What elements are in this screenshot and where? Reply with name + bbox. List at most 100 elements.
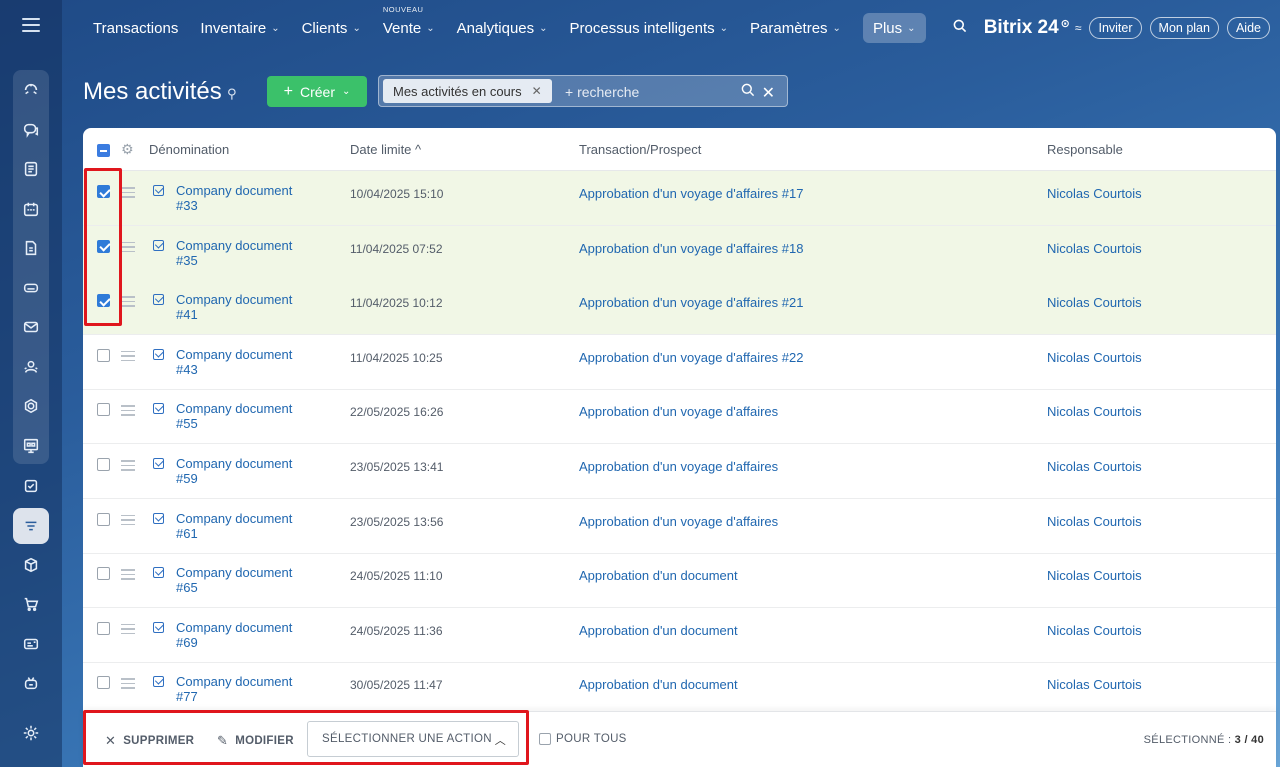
chat-icon[interactable] — [13, 112, 49, 148]
search-icon[interactable] — [952, 18, 968, 39]
crm-icon[interactable] — [13, 508, 49, 544]
deal-link[interactable]: Approbation d'un document — [579, 623, 738, 638]
drag-handle-icon[interactable] — [121, 623, 135, 638]
activity-name-link[interactable]: Company document #35 — [176, 238, 316, 268]
nav-parametres[interactable]: Paramètres ⌄ — [750, 13, 841, 43]
sites-icon[interactable] — [13, 388, 49, 424]
nav-processus[interactable]: Processus intelligents ⌄ — [570, 13, 728, 43]
row-checkbox[interactable] — [97, 458, 110, 471]
nav-transactions[interactable]: Transactions — [93, 13, 178, 43]
mail-icon[interactable] — [13, 309, 49, 345]
table-row[interactable]: Company document #65 24/05/2025 11:10 Appr… — [83, 553, 1276, 609]
column-deadline[interactable]: Date limite ^ — [350, 142, 421, 157]
responsible-link[interactable]: Nicolas Courtois — [1047, 459, 1142, 474]
help-button[interactable]: Aide — [1226, 17, 1270, 39]
contacts-icon[interactable] — [13, 349, 49, 385]
column-name[interactable]: Dénomination — [149, 142, 229, 157]
invite-button[interactable]: Inviter — [1089, 17, 1142, 39]
tasks-icon[interactable] — [13, 151, 49, 187]
pin-icon[interactable]: ⚲ — [227, 86, 237, 102]
filter-search-box[interactable]: Mes activités en cours ✕ + recherche ✕ — [378, 75, 788, 107]
menu-icon[interactable] — [22, 18, 40, 32]
table-row[interactable]: Company document #35 11/04/2025 07:52 Appr… — [83, 225, 1276, 281]
drag-handle-icon[interactable] — [121, 296, 135, 310]
row-checkbox[interactable] — [97, 676, 110, 690]
drag-handle-icon[interactable] — [121, 569, 135, 583]
bot-icon[interactable] — [13, 665, 49, 701]
nav-vente[interactable]: NOUVEAU Vente ⌄ — [383, 5, 435, 43]
clear-icon[interactable]: ✕ — [762, 83, 775, 103]
select-all-checkbox[interactable] — [97, 144, 110, 157]
deal-link[interactable]: Approbation d'un voyage d'affaires — [579, 459, 778, 474]
brand-logo[interactable]: Bitrix 24 ⊙ ≈ — [984, 17, 1082, 39]
drag-handle-icon[interactable] — [121, 405, 135, 419]
deal-link[interactable]: Approbation d'un voyage d'affaires #21 — [579, 295, 803, 310]
document-icon[interactable] — [13, 230, 49, 266]
drive-icon[interactable] — [13, 270, 49, 306]
nav-analytiques[interactable]: Analytiques ⌄ — [457, 13, 548, 43]
responsible-link[interactable]: Nicolas Courtois — [1047, 568, 1142, 583]
responsible-link[interactable]: Nicolas Courtois — [1047, 295, 1142, 310]
row-checkbox[interactable] — [97, 512, 110, 526]
table-row[interactable]: Company document #41 11/04/2025 10:12 Appr… — [83, 280, 1276, 336]
nav-inventaire[interactable]: Inventaire ⌄ — [200, 13, 279, 43]
nav-plus[interactable]: Plus ⌄ — [862, 13, 926, 43]
responsible-link[interactable]: Nicolas Courtois — [1047, 186, 1142, 201]
drag-handle-icon[interactable] — [121, 187, 135, 201]
activity-name-link[interactable]: Company document #59 — [176, 456, 316, 486]
activity-name-link[interactable]: Company document #69 — [176, 620, 316, 650]
table-row[interactable]: Company document #33 10/04/2025 15:10 Appr… — [83, 171, 1276, 226]
drag-handle-icon[interactable] — [121, 514, 135, 529]
plan-button[interactable]: Mon plan — [1149, 17, 1219, 39]
filter-tag[interactable]: Mes activités en cours ✕ — [383, 79, 552, 103]
deal-link[interactable]: Approbation d'un voyage d'affaires #17 — [579, 186, 803, 201]
calendar-icon[interactable] — [13, 191, 49, 227]
deal-link[interactable]: Approbation d'un voyage d'affaires #22 — [579, 350, 803, 365]
feed-icon[interactable] — [13, 72, 49, 108]
deal-link[interactable]: Approbation d'un voyage d'affaires — [579, 514, 778, 529]
row-checkbox[interactable] — [97, 348, 110, 362]
deal-link[interactable]: Approbation d'un document — [579, 568, 738, 583]
table-row[interactable]: Company document #59 23/05/2025 13:41 Appr… — [83, 444, 1276, 499]
responsible-link[interactable]: Nicolas Courtois — [1047, 623, 1142, 638]
shop-icon[interactable] — [13, 586, 49, 622]
responsible-link[interactable]: Nicolas Courtois — [1047, 404, 1142, 419]
table-row[interactable]: Company document #61 23/05/2025 13:56 Appr… — [83, 499, 1276, 554]
create-button[interactable]: + Créer ⌄ — [267, 76, 367, 107]
responsible-link[interactable]: Nicolas Courtois — [1047, 241, 1142, 256]
column-responsible[interactable]: Responsable — [1047, 142, 1123, 157]
drag-handle-icon[interactable] — [121, 241, 135, 256]
settings-icon[interactable] — [13, 715, 49, 751]
search-icon[interactable] — [740, 82, 756, 103]
inventory-icon[interactable] — [13, 547, 49, 583]
checklist-icon[interactable] — [13, 468, 49, 504]
deal-link[interactable]: Approbation d'un voyage d'affaires #18 — [579, 241, 803, 256]
board-icon[interactable] — [13, 428, 49, 464]
activity-name-link[interactable]: Company document #41 — [176, 292, 316, 322]
deal-link[interactable]: Approbation d'un document — [579, 677, 738, 692]
activity-name-link[interactable]: Company document #55 — [176, 401, 316, 431]
responsible-link[interactable]: Nicolas Courtois — [1047, 677, 1142, 692]
column-deal[interactable]: Transaction/Prospect — [579, 142, 701, 157]
nav-clients[interactable]: Clients ⌄ — [302, 13, 361, 43]
row-checkbox[interactable] — [97, 567, 110, 581]
row-checkbox[interactable] — [97, 621, 110, 635]
activity-name-link[interactable]: Company document #43 — [176, 347, 316, 377]
responsible-link[interactable]: Nicolas Courtois — [1047, 350, 1142, 365]
table-row[interactable]: Company document #69 24/05/2025 11:36 Appr… — [83, 608, 1276, 663]
remove-filter-icon[interactable]: ✕ — [532, 84, 542, 98]
deal-link[interactable]: Approbation d'un voyage d'affaires — [579, 404, 778, 419]
drag-handle-icon[interactable] — [121, 678, 135, 692]
activity-name-link[interactable]: Company document #77 — [176, 674, 316, 704]
responsible-link[interactable]: Nicolas Courtois — [1047, 514, 1142, 529]
checkbox[interactable] — [539, 733, 551, 745]
table-row[interactable]: Company document #55 22/05/2025 16:26 Appr… — [83, 389, 1276, 445]
gear-icon[interactable]: ⚙ — [121, 141, 134, 158]
row-checkbox[interactable] — [97, 403, 110, 417]
activity-name-link[interactable]: Company document #65 — [176, 565, 316, 595]
cards-icon[interactable] — [13, 626, 49, 662]
drag-handle-icon[interactable] — [121, 350, 135, 365]
drag-handle-icon[interactable] — [121, 460, 135, 474]
activity-name-link[interactable]: Company document #33 — [176, 183, 316, 213]
for-all-checkbox[interactable]: POUR TOUS — [539, 733, 627, 745]
